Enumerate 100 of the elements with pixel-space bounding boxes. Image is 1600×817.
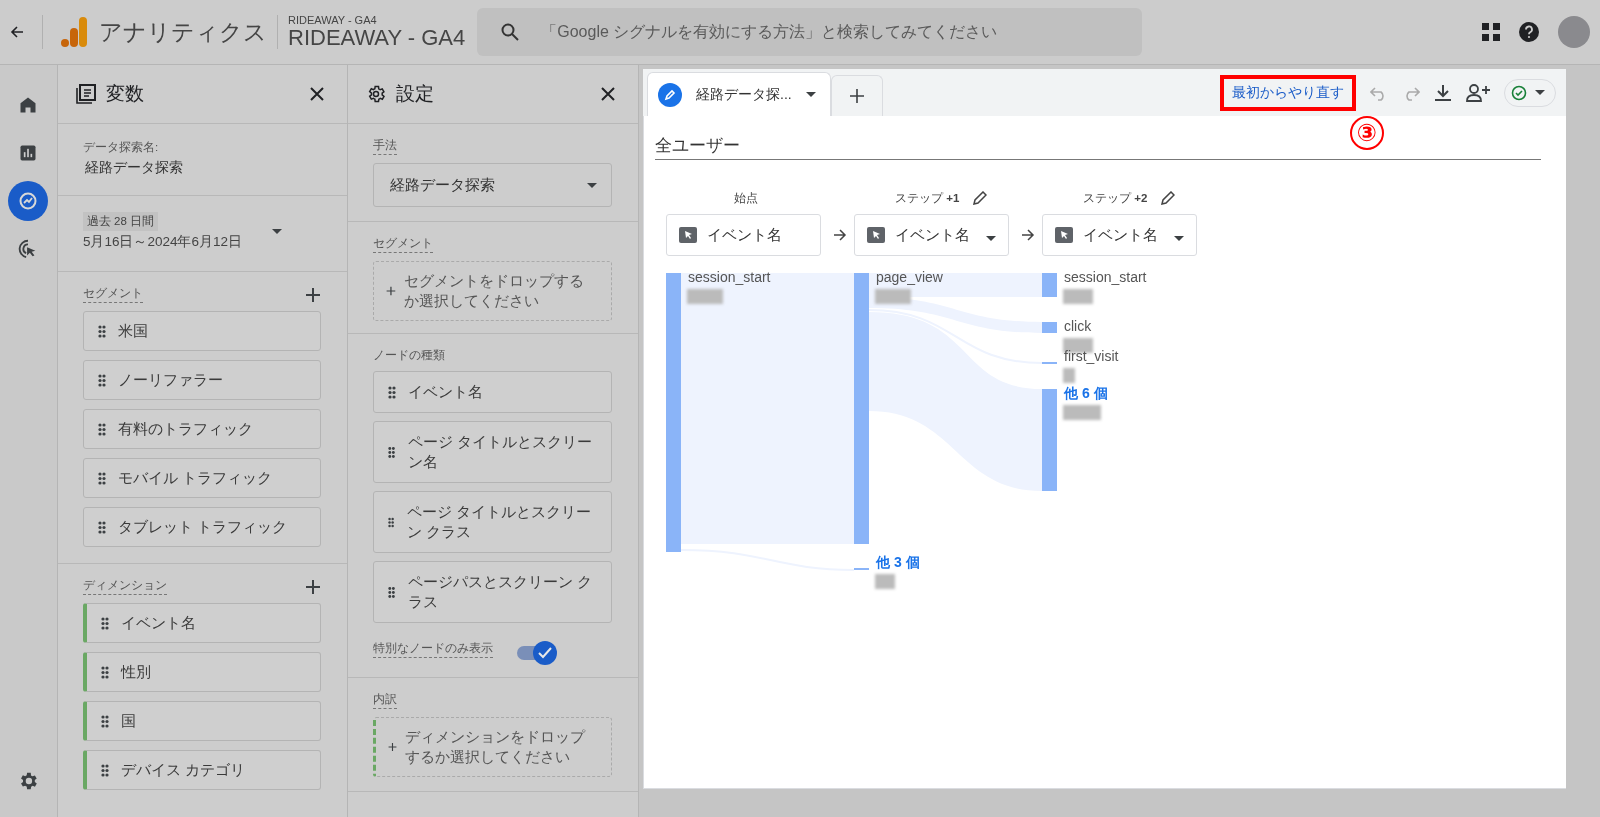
bar-chart-icon[interactable] [18,143,39,163]
node-label[interactable]: click [1064,318,1092,334]
caret-icon[interactable] [272,229,282,234]
section-heading: セグメント [373,236,434,253]
segment-chip[interactable]: 有料のトラフィック [82,409,322,449]
add-icon[interactable] [305,578,322,595]
blurred-value [875,574,895,589]
node-type-selector[interactable]: イベント名 [666,214,821,256]
list-icon [75,84,96,104]
add-icon[interactable] [305,286,322,303]
drag-handle-icon[interactable] [388,385,397,399]
back-arrow-icon[interactable] [10,25,24,39]
apps-grid-icon[interactable] [1482,23,1500,41]
dimension-chip[interactable]: 国 [82,701,322,741]
node-type-chip[interactable]: イベント名 [373,371,612,413]
node-label[interactable]: 他 3 個 [876,554,920,572]
reset-button[interactable]: 最初からやり直す [1230,81,1346,104]
dimension-chip[interactable]: イベント名 [82,603,322,643]
step-label: 始点 [734,190,758,206]
section-heading: 手法 [373,138,398,155]
close-icon[interactable] [600,86,616,102]
cursor-icon [679,227,697,243]
segment-chip[interactable]: 米国 [82,311,322,351]
property-name[interactable]: RIDEAWAY - GA4 [288,25,466,51]
dimension-chip[interactable]: デバイス カテゴリ [82,750,322,790]
drag-handle-icon[interactable] [97,471,106,485]
search-field[interactable]: 「Google シグナルを有効にする方法」と検索してみてください [477,8,1143,56]
drag-handle-icon[interactable] [388,445,396,459]
drag-handle-icon[interactable] [100,665,109,679]
breakdown-drop-zone[interactable]: ディメンションをドロップするか選択してください [373,717,612,777]
node-type-selector[interactable]: イベント名 [854,214,1009,256]
segment-chip[interactable]: タブレット トラフィック [82,507,322,547]
drag-handle-icon[interactable] [388,585,396,599]
field-label: データ探索名: [82,140,160,155]
drag-handle-icon[interactable] [388,515,395,529]
exploration-name[interactable]: 経路データ探索 [84,159,322,177]
arrow-icon [1021,228,1035,242]
node-bar[interactable] [1042,389,1057,491]
node-label[interactable]: session_start [1064,269,1147,285]
drag-handle-icon[interactable] [97,422,106,436]
technique-dropdown[interactable]: 経路データ探索 [373,163,612,207]
node-label[interactable]: first_visit [1064,348,1119,364]
caret-icon[interactable] [805,92,816,97]
settings-icon [366,84,387,104]
node-type-chip[interactable]: ページパスとスクリーン クラス [373,561,612,623]
check-icon [538,647,553,659]
step-label: ステップ +1 [895,190,960,206]
exploration-tab[interactable]: 経路データ探... [647,72,831,116]
plus-icon [848,88,865,104]
pencil-icon[interactable] [1161,191,1176,205]
node-bar[interactable] [666,273,681,552]
section-heading: セグメント [82,286,143,303]
node-type-chip[interactable]: ページ タイトルとスクリーン名 [373,421,612,483]
caret-icon[interactable] [1535,90,1545,95]
check-circle-icon [1511,84,1527,101]
date-preset-badge: 過去 28 日間 [82,212,159,231]
pencil-icon[interactable] [973,191,988,205]
download-icon[interactable] [1434,83,1452,102]
drag-handle-icon[interactable] [100,616,109,630]
panel-title: 変数 [105,82,145,106]
node-bar[interactable] [854,273,869,544]
segment-chip[interactable]: ノーリファラー [82,360,322,400]
drag-handle-icon[interactable] [97,520,106,534]
node-bar[interactable] [1042,273,1057,297]
blurred-value [1063,368,1075,383]
node-type-chip[interactable]: ページ タイトルとスクリーン クラス [373,491,612,553]
blurred-value [1063,405,1101,420]
home-icon[interactable] [18,95,39,115]
node-label[interactable]: session_start [688,269,771,285]
section-heading: ノードの種類 [373,348,447,363]
drag-handle-icon[interactable] [97,373,106,387]
pencil-icon[interactable] [658,82,682,107]
dimension-chip[interactable]: 性別 [82,652,322,692]
node-label[interactable]: 他 6 個 [1064,385,1108,403]
segment-drop-zone[interactable]: セグメントをドロップするか選択してください [373,261,612,321]
caret-icon[interactable] [1174,235,1184,241]
add-person-icon[interactable] [1466,83,1490,102]
node-type-selector[interactable]: イベント名 [1042,214,1197,256]
drag-handle-icon[interactable] [100,763,109,777]
blurred-value [875,289,911,304]
account-name[interactable]: RIDEAWAY - GA4 [288,13,466,26]
segment-chip[interactable]: モバイル トラフィック [82,458,322,498]
node-label[interactable]: page_view [876,269,943,285]
arrow-icon [833,228,847,242]
annotation-number: ③ [1350,116,1384,150]
blurred-value [1063,289,1093,304]
cursor-icon [1055,227,1073,243]
date-range[interactable]: 5月16日～2024年6月12日 [82,233,242,251]
drag-handle-icon[interactable] [97,324,106,338]
close-icon[interactable] [309,86,326,102]
caret-icon[interactable] [587,182,597,188]
cursor-icon [867,227,885,243]
node-bar[interactable] [1042,322,1057,333]
panel-title: 設定 [396,82,436,106]
add-tab-button[interactable] [830,75,883,116]
caret-icon[interactable] [986,235,996,241]
drag-handle-icon[interactable] [100,714,109,728]
toggle-switch[interactable] [515,641,558,665]
nav-button[interactable] [8,181,49,221]
help-icon[interactable] [1518,21,1540,43]
